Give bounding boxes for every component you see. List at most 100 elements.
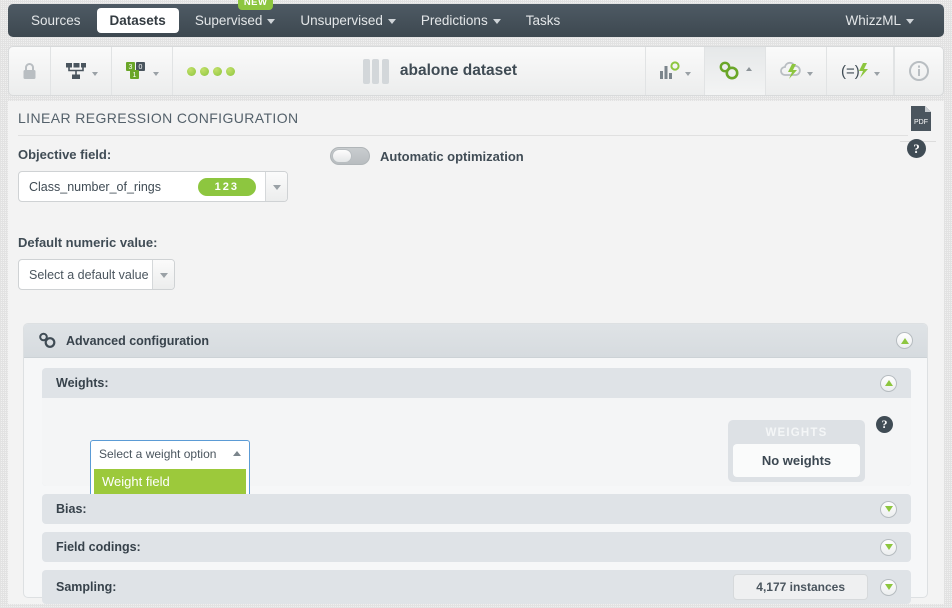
weights-help-icon[interactable]: ? <box>876 416 893 433</box>
dataset-bars-icon <box>362 58 389 84</box>
section-weights: Weights: Select a weight option Weight f… <box>42 368 911 501</box>
default-numeric-label: Default numeric value: <box>18 235 158 250</box>
info-icon <box>909 61 929 81</box>
svg-text:(=): (=) <box>841 63 860 80</box>
new-badge: NEW <box>237 0 274 10</box>
cloud-lightning-button[interactable] <box>766 47 827 95</box>
gears-icon <box>39 332 56 348</box>
chevron-up-icon <box>884 380 893 386</box>
default-numeric-arrow[interactable] <box>152 260 174 289</box>
weights-collapse-toggle[interactable] <box>880 374 897 392</box>
svg-text:0: 0 <box>139 64 143 71</box>
chevron-down-icon <box>153 72 159 76</box>
advanced-collapse-toggle[interactable] <box>896 332 913 349</box>
default-numeric-group: Default numeric value: Select a default … <box>18 235 175 290</box>
advanced-configuration-header[interactable]: Advanced configuration <box>24 324 927 358</box>
advanced-configuration-panel: Advanced configuration Weights: Select a… <box>23 323 928 604</box>
chevron-down-icon <box>387 19 396 24</box>
nav-item-sources[interactable]: Sources <box>22 8 90 33</box>
nav-label-supervised: Supervised <box>194 13 263 28</box>
config-gears-button[interactable] <box>705 47 766 95</box>
bias-expand-toggle[interactable] <box>880 500 897 518</box>
nav-label-predictions: Predictions <box>420 13 488 28</box>
toggle-knob <box>332 149 352 163</box>
default-numeric-value: Select a default value <box>29 267 149 282</box>
nav-label-tasks: Tasks <box>525 13 561 28</box>
nav-item-tasks[interactable]: Tasks <box>517 8 570 33</box>
chevron-down-icon <box>807 72 813 76</box>
nav-item-account[interactable]: WhizzML <box>836 8 923 33</box>
status-dots <box>173 66 235 76</box>
numeric-type-badge: 123 <box>197 177 256 196</box>
info-button[interactable] <box>894 47 943 95</box>
nav-right-group: WhizzML <box>836 8 930 33</box>
objective-field-select[interactable]: Class_number_of_rings 123 <box>18 171 288 202</box>
svg-text:1: 1 <box>133 72 137 79</box>
sampling-section-label: Sampling: <box>56 580 117 594</box>
nav-item-supervised[interactable]: Supervised NEW <box>186 0 285 33</box>
nav-label-unsupervised: Unsupervised <box>300 13 383 28</box>
sampling-section-header[interactable]: Sampling: 4,177 instances <box>42 570 911 604</box>
bias-section-label: Bias: <box>56 502 87 516</box>
nav-item-predictions[interactable]: Predictions <box>412 8 510 33</box>
svg-text:PDF: PDF <box>914 119 928 126</box>
pdf-download-icon[interactable]: PDF <box>910 105 932 132</box>
dataset-title-group: abalone dataset <box>235 58 645 84</box>
chevron-up-icon <box>746 66 752 71</box>
lock-button[interactable] <box>9 47 51 95</box>
title-divider <box>18 135 908 136</box>
field-codings-section-header[interactable]: Field codings: <box>42 532 911 562</box>
chevron-up-icon <box>900 337 909 344</box>
page-title: LINEAR REGRESSION CONFIGURATION <box>18 110 299 126</box>
automatic-optimization-group: Automatic optimization <box>330 147 524 165</box>
section-bias[interactable]: Bias: <box>42 494 911 524</box>
configuration-panel: LINEAR REGRESSION CONFIGURATION PDF ? Ob… <box>8 101 944 604</box>
dataset-title: abalone dataset <box>399 62 518 79</box>
objective-select-arrow[interactable] <box>265 172 287 201</box>
field-types-button[interactable]: 3 0 1 <box>112 47 173 95</box>
field-types-icon: 3 0 1 <box>126 62 145 79</box>
chart-config-button[interactable] <box>645 47 705 95</box>
weights-section-header[interactable]: Weights: <box>42 368 911 398</box>
chevron-down-icon <box>685 72 691 76</box>
gears-config-icon <box>719 61 739 80</box>
status-dot <box>226 66 235 76</box>
lock-icon <box>23 63 36 79</box>
bias-section-header[interactable]: Bias: <box>42 494 911 524</box>
chevron-down-icon <box>884 544 893 550</box>
nav-label-sources: Sources <box>31 13 81 28</box>
dataset-toolbar: 3 0 1 abalone dataset (=) <box>8 46 944 96</box>
weights-section-label: Weights: <box>56 376 109 390</box>
help-question-icon[interactable]: ? <box>907 139 926 158</box>
formula-lightning-button[interactable]: (=) <box>827 47 894 95</box>
sampling-expand-toggle[interactable] <box>880 578 897 596</box>
chevron-down-icon <box>906 19 914 24</box>
automatic-optimization-label: Automatic optimization <box>380 148 524 164</box>
weight-option-value: Select a weight option <box>99 446 217 461</box>
chevron-down-icon <box>159 273 168 278</box>
nav-item-datasets[interactable]: Datasets <box>96 8 179 33</box>
dataset-tree-button[interactable] <box>51 47 112 95</box>
chevron-down-icon <box>492 19 501 24</box>
default-numeric-select[interactable]: Select a default value <box>18 259 175 290</box>
section-sampling[interactable]: Sampling: 4,177 instances <box>42 570 911 604</box>
status-dot <box>187 66 196 76</box>
chevron-down-icon <box>272 185 281 190</box>
weights-info-card: WEIGHTS No weights <box>728 420 865 482</box>
field-codings-expand-toggle[interactable] <box>880 538 897 556</box>
objective-field-group: Objective field: Class_number_of_rings 1… <box>18 147 288 202</box>
section-field-codings[interactable]: Field codings: <box>42 532 911 562</box>
chevron-down-icon <box>874 72 880 76</box>
dataset-tree-icon <box>66 63 86 79</box>
nav-label-account: WhizzML <box>845 13 901 28</box>
weight-option-dropdown: Select a weight option Weight field <box>90 440 250 501</box>
chevron-down-icon <box>884 506 893 512</box>
nav-item-unsupervised[interactable]: Unsupervised <box>291 8 405 33</box>
chart-config-icon <box>660 61 680 79</box>
automatic-optimization-toggle[interactable] <box>330 147 370 165</box>
weight-option-item-weight-field[interactable]: Weight field <box>94 469 246 494</box>
formula-lightning-icon: (=) <box>841 63 868 80</box>
weights-section-body: Select a weight option Weight field WEIG… <box>42 398 911 501</box>
weight-option-select[interactable]: Select a weight option <box>90 440 250 466</box>
cloud-lightning-icon <box>780 61 801 79</box>
